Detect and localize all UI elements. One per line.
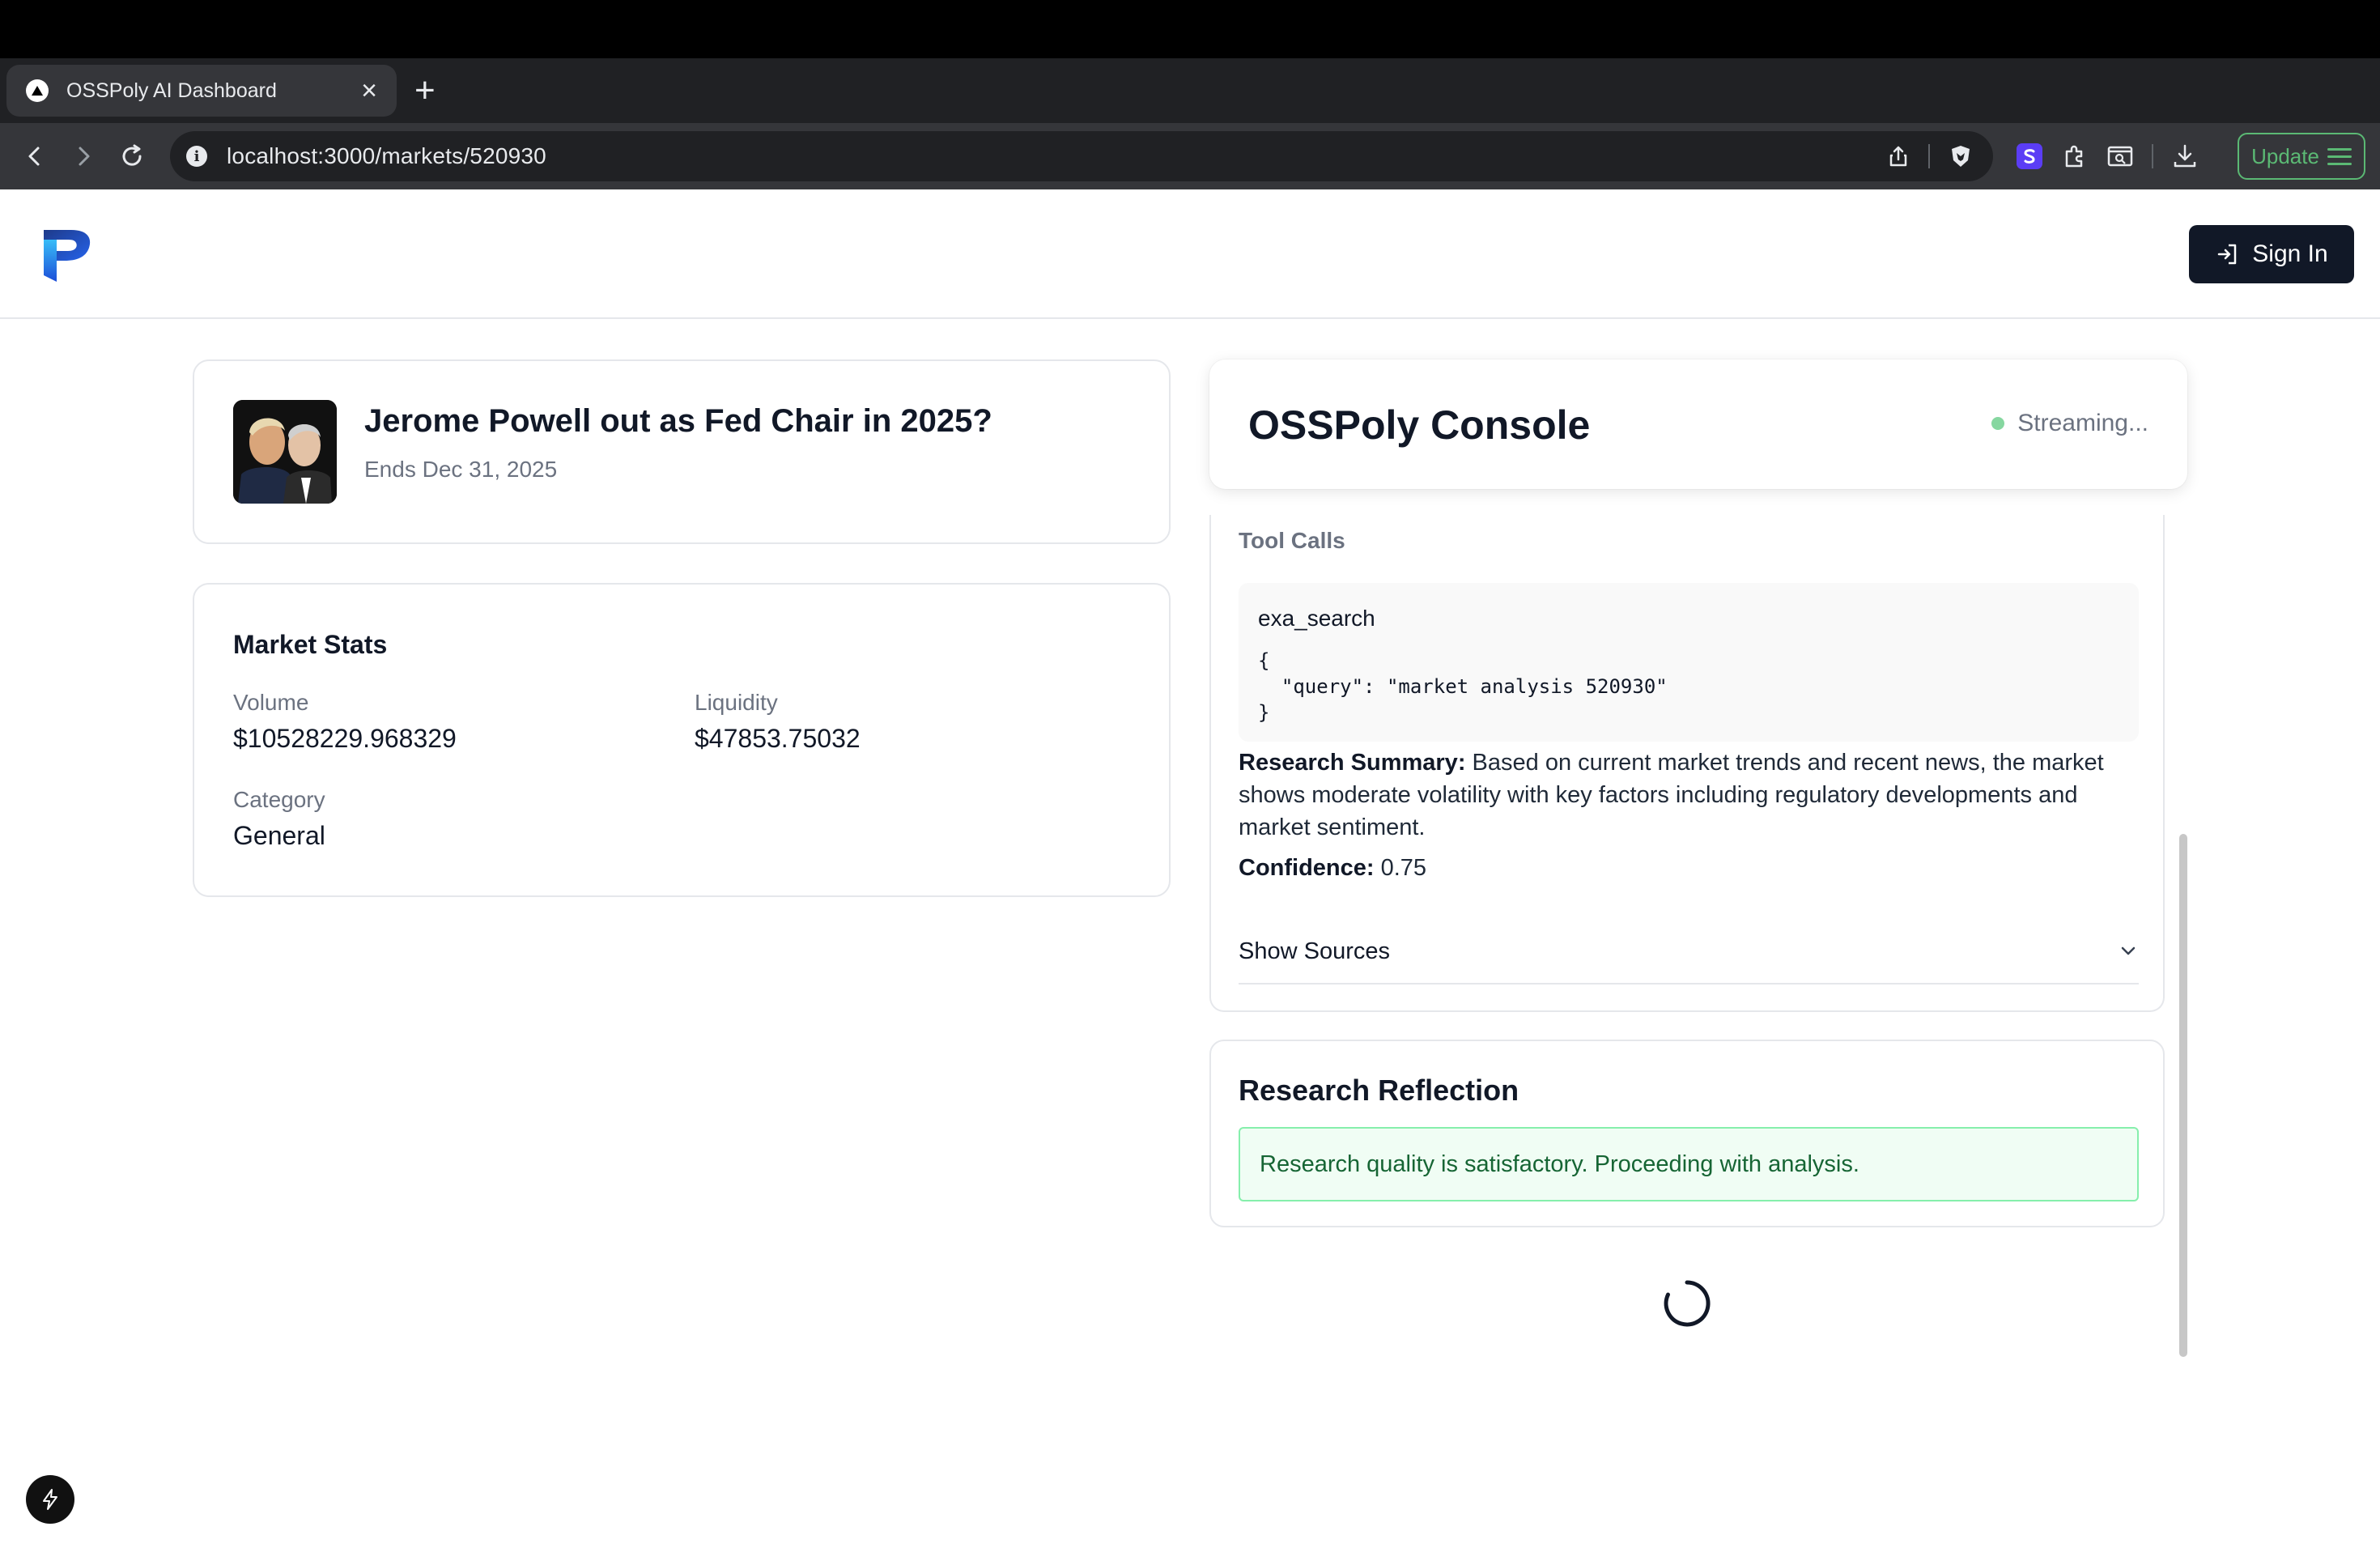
console-scrollbar-thumb[interactable] xyxy=(2179,834,2187,1357)
sign-in-icon xyxy=(2218,244,2237,265)
browser-tab[interactable]: OSSPoly AI Dashboard × xyxy=(6,65,397,117)
confidence-value: 0.75 xyxy=(1374,855,1427,881)
chevron-down-icon xyxy=(2121,946,2136,955)
lightning-bolt-icon xyxy=(43,1489,57,1510)
market-end-date: Ends Dec 31, 2025 xyxy=(364,457,558,482)
category-label: Category xyxy=(233,787,325,812)
url-text[interactable]: localhost:3000/markets/520930 xyxy=(227,143,546,169)
download-icon[interactable] xyxy=(2171,142,2199,170)
research-reflection-card: Research Reflection Research quality is … xyxy=(1209,1040,2165,1227)
market-photo xyxy=(233,400,337,504)
research-summary: Research Summary: Based on current marke… xyxy=(1239,746,2139,844)
confidence: Confidence: 0.75 xyxy=(1239,855,1426,882)
research-summary-label: Research Summary: xyxy=(1239,750,1466,776)
divider xyxy=(1928,144,1930,168)
divider xyxy=(2152,144,2153,168)
confidence-label: Confidence: xyxy=(1239,855,1375,881)
status-dot-icon xyxy=(1991,417,2005,430)
streaming-status: Streaming... xyxy=(1991,410,2148,437)
tab-title: OSSPoly AI Dashboard xyxy=(66,79,277,102)
back-arrow-icon xyxy=(28,147,40,166)
tab-close-icon[interactable]: × xyxy=(361,77,377,104)
market-thumbnail xyxy=(233,400,337,504)
forward-button[interactable] xyxy=(65,138,102,175)
streaming-status-text: Streaming... xyxy=(2017,410,2148,436)
show-sources-toggle[interactable]: Show Sources xyxy=(1239,920,2139,985)
tool-call-args: { "query": "market analysis 520930" } xyxy=(1258,649,1668,724)
tool-calls-label: Tool Calls xyxy=(1239,528,1345,553)
browser-toolbar: i localhost:3000/markets/520930 Update xyxy=(0,123,2380,189)
app-logo[interactable] xyxy=(40,225,94,285)
tool-call-block: exa_search { "query": "market analysis 5… xyxy=(1239,583,2139,742)
extensions-puzzle-icon[interactable] xyxy=(2061,142,2089,170)
volume-label: Volume xyxy=(233,690,309,715)
volume-value: $10528229.968329 xyxy=(233,724,457,753)
tab-strip: OSSPoly AI Dashboard × + xyxy=(0,58,2380,123)
reader-mode-icon[interactable] xyxy=(2106,142,2134,170)
reload-icon xyxy=(122,144,142,166)
reflection-message: Research quality is satisfactory. Procee… xyxy=(1239,1127,2139,1201)
loading-spinner-icon xyxy=(1664,1280,1711,1327)
sign-in-button[interactable]: Sign In xyxy=(2189,225,2354,283)
liquidity-label: Liquidity xyxy=(695,690,778,715)
sign-in-label: Sign In xyxy=(2252,240,2328,267)
tab-favicon-icon xyxy=(26,79,49,102)
app-header: Sign In xyxy=(0,189,2380,319)
new-tab-button[interactable]: + xyxy=(414,70,436,112)
reload-button[interactable] xyxy=(113,138,151,175)
extension-s-icon[interactable] xyxy=(2016,142,2043,170)
update-button[interactable]: Update xyxy=(2238,133,2365,180)
update-label: Update xyxy=(2251,143,2319,168)
show-sources-label: Show Sources xyxy=(1239,938,1390,964)
site-info-icon[interactable]: i xyxy=(186,146,207,167)
brave-shield-icon[interactable] xyxy=(1948,143,1974,169)
console-header: OSSPoly Console Streaming... xyxy=(1209,359,2187,489)
forward-arrow-icon xyxy=(79,147,90,166)
back-button[interactable] xyxy=(16,138,53,175)
share-icon[interactable] xyxy=(1886,144,1910,168)
research-reflection-title: Research Reflection xyxy=(1239,1074,1519,1107)
window-titlebar xyxy=(0,0,2380,58)
market-title: Jerome Powell out as Fed Chair in 2025? xyxy=(364,403,992,439)
console-title: OSSPoly Console xyxy=(1248,402,1591,448)
menu-icon xyxy=(2327,147,2352,165)
tool-calls-card: Tool Calls exa_search { "query": "market… xyxy=(1209,515,2165,1012)
market-stats-title: Market Stats xyxy=(233,630,388,659)
market-card: Jerome Powell out as Fed Chair in 2025? … xyxy=(193,359,1171,544)
tool-call-name: exa_search xyxy=(1258,606,1375,631)
liquidity-value: $47853.75032 xyxy=(695,724,861,753)
category-value: General xyxy=(233,821,325,850)
market-stats-card: Market Stats Volume $10528229.968329 Liq… xyxy=(193,583,1171,897)
address-bar[interactable]: i localhost:3000/markets/520930 xyxy=(170,131,1993,181)
dev-tools-button[interactable] xyxy=(26,1475,74,1524)
